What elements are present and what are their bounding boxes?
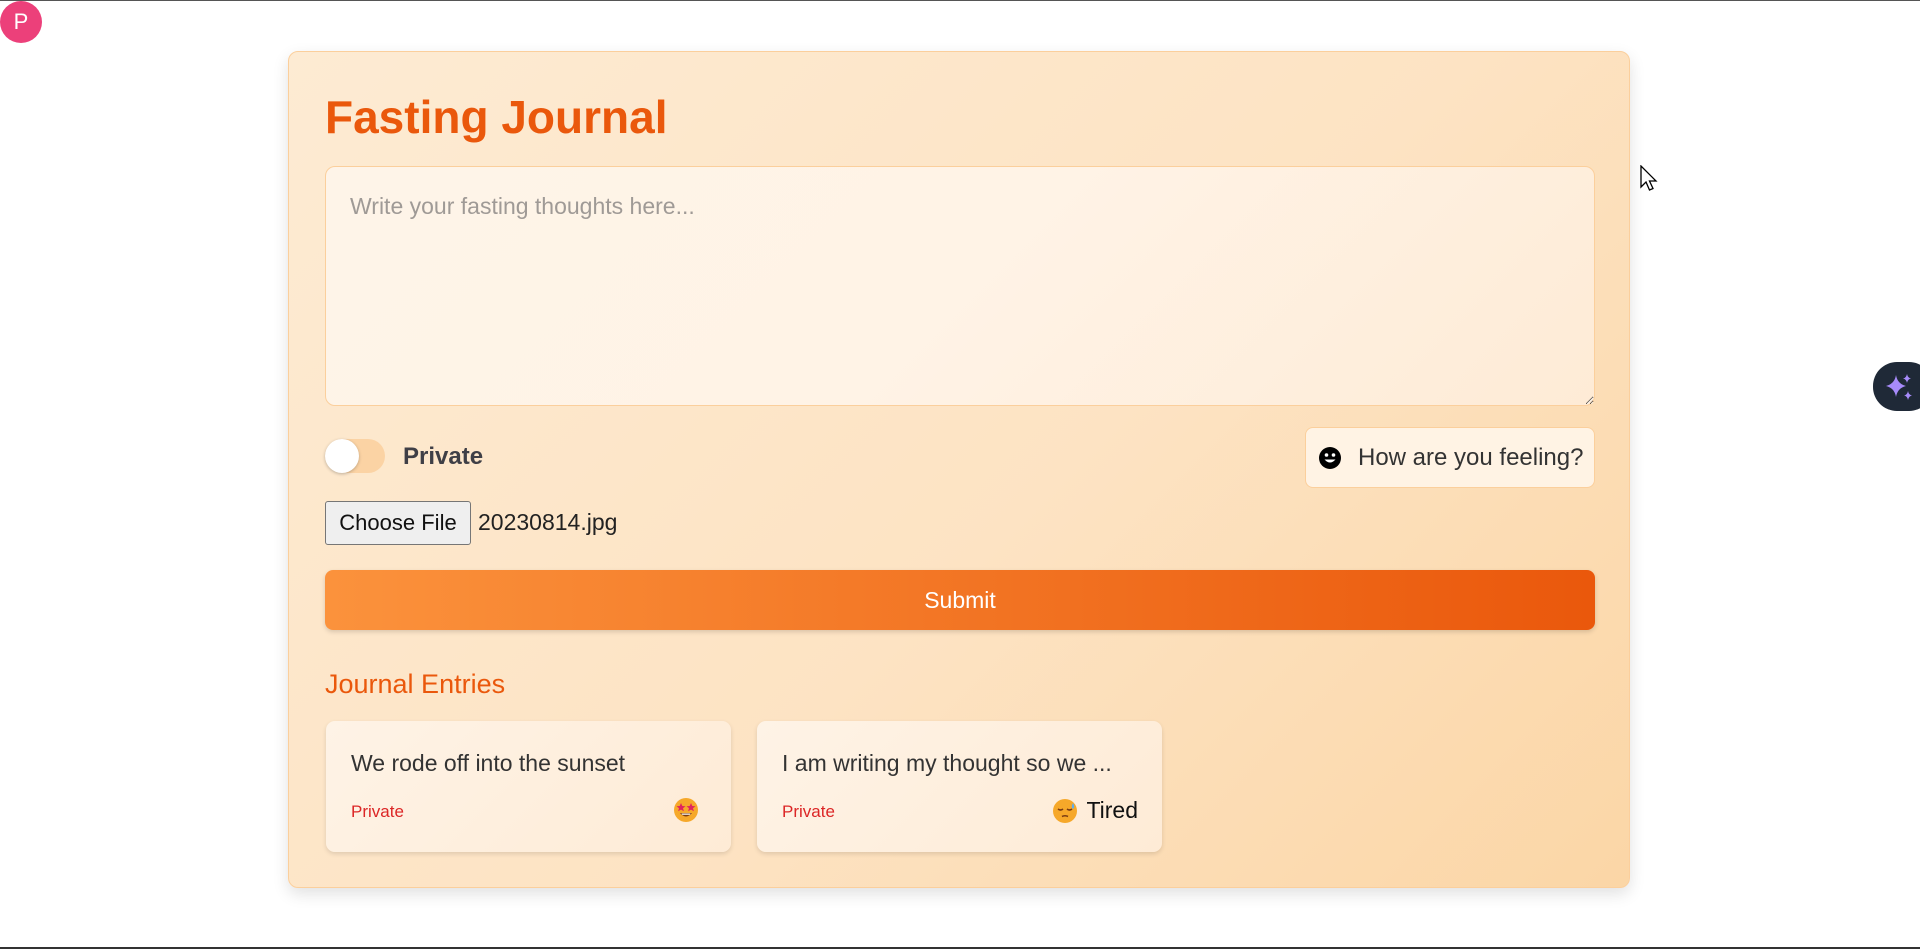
entry-visibility-badge: Private bbox=[351, 802, 404, 821]
journal-entries-heading: Journal Entries bbox=[325, 669, 506, 699]
selected-file-name: 20230814.jpg bbox=[478, 509, 618, 535]
smiley-face-icon bbox=[1319, 446, 1341, 469]
sparkles-icon bbox=[1886, 374, 1912, 400]
private-label: Private bbox=[403, 443, 484, 470]
mood-selector-label: How are you feeling? bbox=[1358, 443, 1584, 471]
entry-mood: Tired bbox=[1052, 797, 1138, 824]
choose-file-button[interactable]: Choose File bbox=[325, 501, 471, 545]
toggle-knob bbox=[325, 439, 359, 473]
star-struck-emoji-icon bbox=[674, 798, 698, 822]
mood-selector-button[interactable]: How are you feeling? bbox=[1305, 427, 1595, 488]
private-toggle[interactable] bbox=[325, 439, 385, 473]
assistant-side-button[interactable] bbox=[1873, 362, 1920, 411]
submit-button[interactable]: Submit bbox=[325, 570, 1595, 630]
page-title: Fasting Journal bbox=[325, 91, 668, 143]
entry-text: I am writing my thought so we ... bbox=[782, 750, 1112, 776]
user-avatar[interactable]: P bbox=[0, 1, 42, 43]
journal-entry-card[interactable]: I am writing my thought so we ... Privat… bbox=[757, 721, 1162, 852]
mouse-pointer-icon bbox=[1640, 165, 1658, 191]
entry-mood bbox=[673, 797, 707, 823]
entry-text: We rode off into the sunset bbox=[351, 750, 626, 776]
top-border bbox=[0, 0, 1920, 1]
journal-card: Fasting Journal Private How are you feel… bbox=[288, 51, 1630, 888]
sleepy-face-emoji-icon bbox=[1053, 798, 1078, 823]
journal-thoughts-input[interactable] bbox=[325, 166, 1595, 406]
journal-entry-card[interactable]: We rode off into the sunset Private bbox=[326, 721, 731, 852]
entry-mood-label: Tired bbox=[1086, 797, 1138, 823]
entry-visibility-badge: Private bbox=[782, 802, 835, 821]
avatar-initial: P bbox=[13, 9, 29, 34]
